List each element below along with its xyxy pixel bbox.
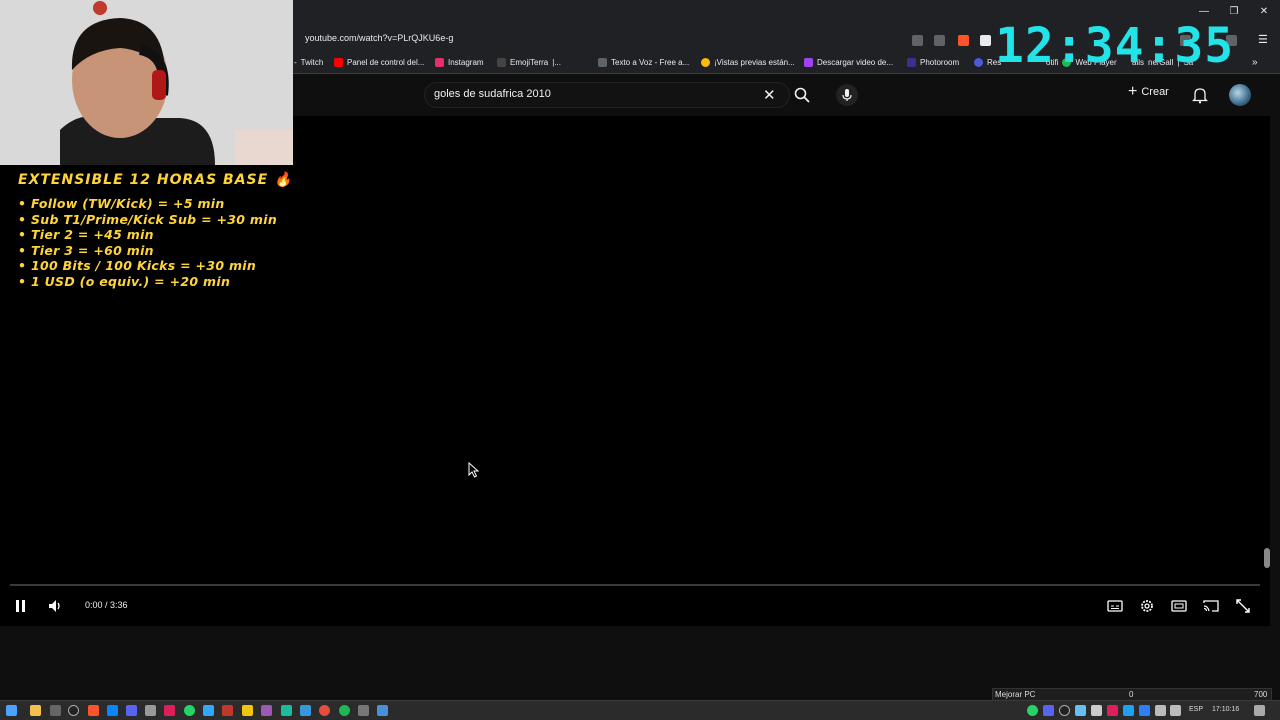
stream-clock: 12:34:35	[995, 18, 1235, 74]
stream-overlay: EXTENSIBLE 12 HORAS BASE 🔥 Follow (TW/Ki…	[18, 172, 293, 289]
notifications-bell-icon[interactable]	[1191, 86, 1209, 109]
pause-icon[interactable]	[14, 598, 30, 614]
discord-icon[interactable]	[126, 705, 137, 716]
speaker-icon[interactable]	[1170, 705, 1181, 716]
volume-icon[interactable]	[47, 598, 63, 614]
cast-icon[interactable]	[1203, 598, 1219, 614]
overlay-item: 100 Bits / 100 Kicks = +30 min	[18, 258, 293, 274]
tray-whatsapp-icon[interactable]	[1027, 705, 1038, 716]
language-indicator[interactable]: ESP	[1189, 706, 1203, 713]
network-icon[interactable]	[1155, 705, 1166, 716]
bluetooth-icon[interactable]	[1139, 705, 1150, 716]
youtube-studio-icon	[334, 58, 343, 67]
app-icon-7[interactable]	[281, 705, 292, 716]
perf-value-a: 0	[1129, 690, 1134, 699]
bookmark-texto-a-voz[interactable]: Texto a Voz - Free a...	[598, 58, 689, 67]
mic-icon	[842, 89, 852, 101]
webcam-feed	[0, 0, 293, 165]
file-explorer-icon[interactable]	[30, 705, 41, 716]
fullscreen-icon[interactable]	[1235, 598, 1251, 614]
create-label: Crear	[1141, 86, 1169, 98]
close-window-button[interactable]: ✕	[1256, 6, 1272, 17]
bookmark-emojiterra[interactable]: EmojiTerra |...	[497, 58, 561, 67]
bookmark-panel[interactable]: Panel de control del...	[334, 58, 424, 67]
create-button[interactable]: + Crear	[1128, 83, 1169, 100]
emojiterra-icon	[497, 58, 506, 67]
settings-gear-icon[interactable]	[1139, 598, 1155, 614]
overlay-item: 1 USD (o equiv.) = +20 min	[18, 274, 293, 290]
whatsapp-icon[interactable]	[184, 705, 195, 716]
app-icon-5[interactable]	[242, 705, 253, 716]
player-controls	[0, 592, 1270, 620]
tray-discord-icon[interactable]	[1043, 705, 1054, 716]
brave-icon[interactable]	[88, 705, 99, 716]
perf-label: Mejorar PC	[995, 690, 1036, 699]
app-icon-11[interactable]	[377, 705, 388, 716]
app-icon-9[interactable]	[319, 705, 330, 716]
bookmark-twitch[interactable]: - Twitch	[294, 58, 323, 67]
emoji-icon	[701, 58, 710, 67]
search-icon[interactable]	[793, 86, 811, 109]
app-icon-10[interactable]	[358, 705, 369, 716]
time-display: 0:00 / 3:36	[85, 600, 128, 610]
side-handle[interactable]	[1264, 548, 1270, 568]
obs-icon[interactable]	[68, 705, 79, 716]
app-icon-4[interactable]	[222, 705, 233, 716]
r-icon	[974, 58, 983, 67]
install-icon[interactable]	[912, 35, 923, 46]
voice-search-button[interactable]	[836, 84, 858, 106]
tts-icon	[598, 58, 607, 67]
tray-obs-icon[interactable]	[1059, 705, 1070, 716]
overlay-item: Tier 2 = +45 min	[18, 227, 293, 243]
app-icon-2[interactable]	[107, 705, 118, 716]
download-icon	[804, 58, 813, 67]
slack-icon[interactable]	[164, 705, 175, 716]
app-icon-6[interactable]	[261, 705, 272, 716]
overlay-item: Sub T1/Prime/Kick Sub = +30 min	[18, 212, 293, 228]
bookmark-vistas-previas[interactable]: ¡Vistas previas están...	[701, 58, 795, 67]
bookmark-instagram[interactable]: Instagram	[435, 58, 484, 67]
video-progress-bar[interactable]	[10, 584, 1260, 586]
overlay-item: Tier 3 = +60 min	[18, 243, 293, 259]
photoshop-icon[interactable]	[203, 705, 214, 716]
extension-icon[interactable]	[980, 35, 991, 46]
spotify-taskbar-icon[interactable]	[339, 705, 350, 716]
tray-app-icon-3[interactable]	[1123, 705, 1134, 716]
tray-app-icon-2[interactable]	[1107, 705, 1118, 716]
app-icon-3[interactable]	[145, 705, 156, 716]
app-icon-8[interactable]	[300, 705, 311, 716]
app-icon[interactable]	[50, 705, 61, 716]
notification-center-icon[interactable]	[1254, 705, 1265, 716]
menu-icon[interactable]: ☰	[1258, 33, 1268, 46]
overlay-item: Follow (TW/Kick) = +5 min	[18, 196, 293, 212]
perf-value-b: 700	[1254, 690, 1268, 699]
clear-search-icon[interactable]: ✕	[763, 86, 776, 104]
start-icon[interactable]	[6, 705, 17, 716]
more-bookmarks-icon[interactable]: »	[1252, 57, 1258, 68]
account-avatar[interactable]	[1229, 84, 1251, 106]
miniplayer-icon[interactable]	[1171, 598, 1187, 614]
bookmark-descargar-video[interactable]: Descargar video de...	[804, 58, 893, 67]
url-text[interactable]: youtube.com/watch?v=PLrQJKU6e-g	[305, 33, 453, 43]
bookmark-photoroom[interactable]: Photoroom	[907, 58, 959, 67]
subtitles-icon[interactable]	[1107, 598, 1123, 614]
instagram-icon	[435, 58, 444, 67]
tray-app-icon[interactable]	[1091, 705, 1102, 716]
plus-icon: +	[1128, 83, 1138, 100]
tray-steam-icon[interactable]	[1075, 705, 1086, 716]
overlay-title: EXTENSIBLE 12 HORAS BASE 🔥	[18, 172, 293, 188]
photoroom-icon	[907, 58, 916, 67]
brave-shield-icon[interactable]	[958, 35, 969, 46]
search-input[interactable]: goles de sudafrica 2010	[434, 88, 551, 100]
mouse-cursor-icon	[468, 461, 480, 483]
overlay-list: Follow (TW/Kick) = +5 min Sub T1/Prime/K…	[18, 196, 293, 289]
taskbar-clock[interactable]: 17:10:16	[1212, 706, 1239, 713]
share-icon[interactable]	[934, 35, 945, 46]
